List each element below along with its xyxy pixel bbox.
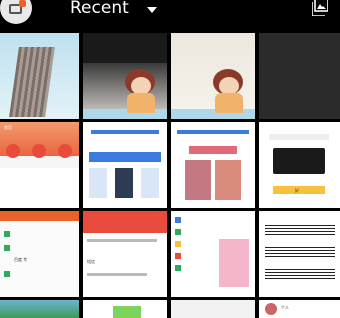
caret-down-icon[interactable] (147, 7, 157, 13)
popup-screenshot[interactable]: 好 (259, 122, 340, 208)
app-home-screenshot[interactable]: 首页 (0, 122, 79, 208)
girl-illustration-dark[interactable] (83, 33, 167, 119)
profile-label: 个人 (281, 305, 289, 310)
partial-screenshot[interactable] (171, 300, 255, 318)
blue-banner-screenshot[interactable] (83, 122, 167, 208)
settings-item-label: 百度 专 (14, 257, 28, 262)
green-screenshot[interactable] (83, 300, 167, 318)
photos-app-icon[interactable] (0, 0, 32, 24)
app-home-label: 首页 (4, 125, 12, 130)
color-list-screenshot[interactable] (171, 211, 255, 297)
red-dialog-screenshot[interactable]: 短信 (83, 211, 167, 297)
red-dialog-label: 短信 (87, 259, 95, 264)
image-icon[interactable] (312, 0, 328, 16)
girl-illustration[interactable] (171, 33, 255, 119)
profile-screenshot[interactable]: 个人 (259, 300, 340, 318)
top-app-bar: Recent (0, 0, 340, 32)
album-title[interactable]: Recent (70, 0, 129, 18)
dark-screenshot[interactable] (259, 33, 340, 119)
landscape-photo[interactable] (0, 300, 79, 318)
pink-cards-screenshot[interactable] (171, 122, 255, 208)
popup-label: 好 (295, 188, 299, 193)
skyscraper-photo[interactable] (0, 33, 79, 119)
settings-list-screenshot[interactable]: 百度 专 (0, 211, 79, 297)
sheet-music-screenshot[interactable] (259, 211, 340, 297)
